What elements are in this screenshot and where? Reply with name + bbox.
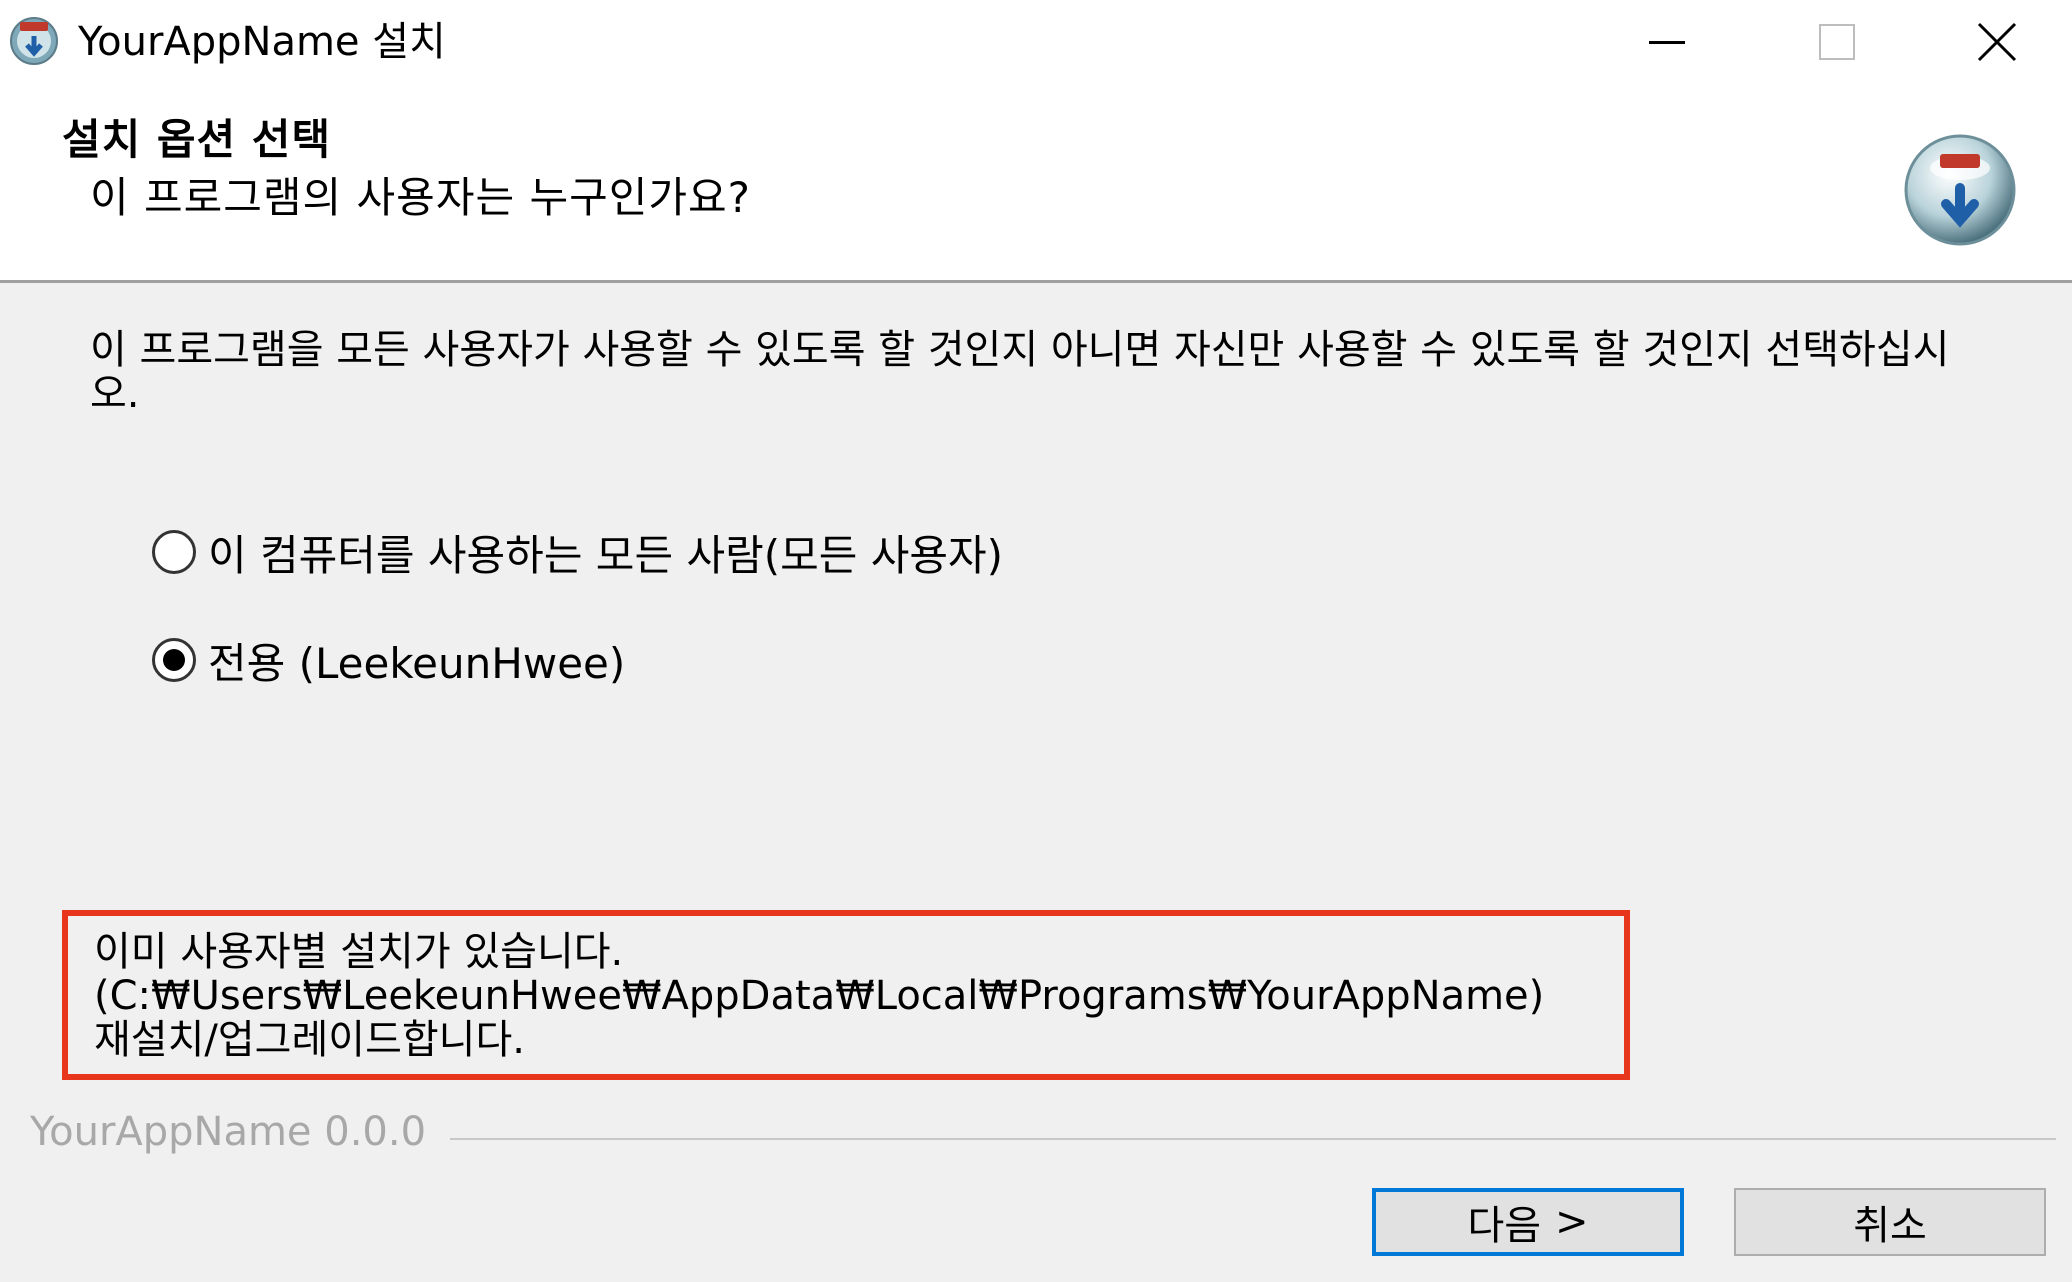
notice-path: (C:₩Users₩LeekeunHwee₩AppData₩Local₩Prog… xyxy=(94,973,1545,1019)
installer-icon xyxy=(10,17,58,65)
page-title: 설치 옵션 선택 xyxy=(62,115,332,164)
radio-current-user[interactable]: 전용 (LeekeunHwee) xyxy=(152,630,625,690)
close-button[interactable] xyxy=(1922,0,2072,84)
footer-divider xyxy=(450,1138,2056,1140)
page-subtitle: 이 프로그램의 사용자는 누구인가요? xyxy=(90,173,751,222)
radio-button[interactable] xyxy=(152,530,196,574)
next-button[interactable]: 다음 > xyxy=(1372,1188,1684,1256)
radio-current-user-label[interactable]: 전용 (LeekeunHwee) xyxy=(208,630,625,691)
chevron-right-icon: > xyxy=(1555,1199,1589,1245)
title-bar: YourAppName 설치 xyxy=(0,0,2072,84)
instruction-text: 이 프로그램을 모든 사용자가 사용할 수 있도록 할 것인지 아니면 자신만 … xyxy=(90,327,1950,417)
radio-button-selected[interactable] xyxy=(152,638,196,682)
radio-all-users[interactable]: 이 컴퓨터를 사용하는 모든 사람(모든 사용자) xyxy=(152,522,1003,582)
installer-globe-icon xyxy=(1904,134,2016,246)
radio-all-users-label[interactable]: 이 컴퓨터를 사용하는 모든 사람(모든 사용자) xyxy=(208,522,1003,583)
cancel-button-label: 취소 xyxy=(1853,1203,1927,1249)
branding-text: YourAppName 0.0.0 xyxy=(30,1109,427,1155)
existing-install-notice: 이미 사용자별 설치가 있습니다. (C:₩Users₩LeekeunHwee₩… xyxy=(62,910,1630,1080)
radio-dot xyxy=(163,649,185,671)
maximize-icon xyxy=(1819,24,1855,60)
window-title: YourAppName 설치 xyxy=(78,19,446,65)
minimize-icon xyxy=(1649,41,1685,44)
notice-line: 재설치/업그레이드합니다. xyxy=(94,1017,525,1063)
minimize-button[interactable] xyxy=(1582,0,1752,84)
wizard-header: 설치 옵션 선택 이 프로그램의 사용자는 누구인가요? xyxy=(0,84,2072,283)
cancel-button[interactable]: 취소 xyxy=(1734,1188,2046,1256)
next-button-label: 다음 xyxy=(1467,1203,1542,1249)
close-icon xyxy=(1977,22,2017,62)
notice-line: 이미 사용자별 설치가 있습니다. xyxy=(94,929,624,975)
maximize-button[interactable] xyxy=(1752,0,1922,84)
